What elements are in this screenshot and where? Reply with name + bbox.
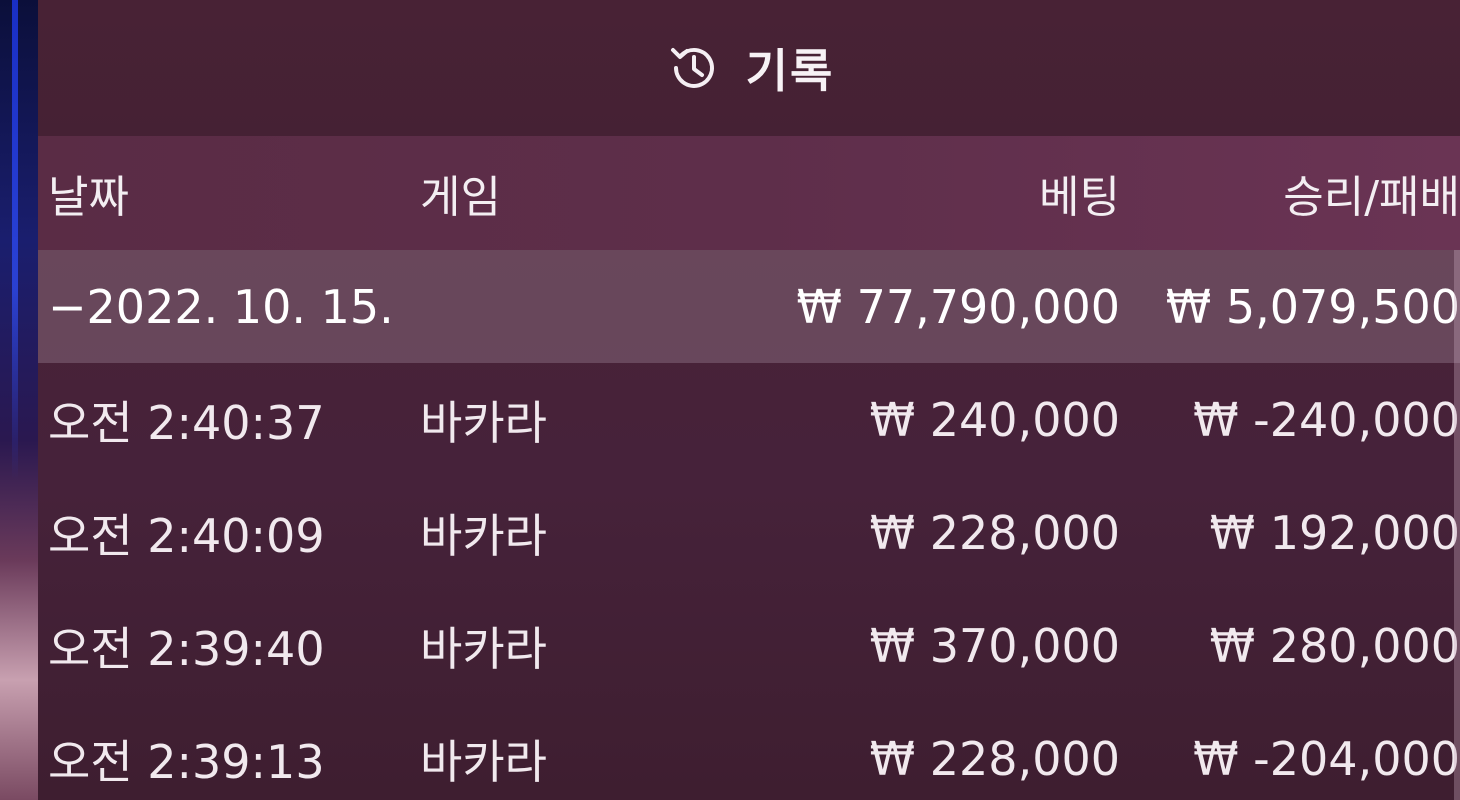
row-time: 오전 2:39:13 <box>48 734 325 789</box>
table-row[interactable]: 오전 2:39:13 바카라 ₩ 228,000 ₩ -204,000 <box>38 702 1460 800</box>
row-bet: ₩ 240,000 <box>869 392 1120 447</box>
date-group-bet-total: ₩ 77,790,000 <box>796 279 1120 334</box>
row-time: 오전 2:40:37 <box>48 395 325 450</box>
row-time: 오전 2:39:40 <box>48 621 325 676</box>
date-group-label: −2022. 10. 15. <box>48 279 394 334</box>
row-result: ₩ -240,000 <box>1193 392 1460 447</box>
row-game: 바카라 <box>420 621 547 676</box>
table-row[interactable]: 오전 2:40:37 바카라 ₩ 240,000 ₩ -240,000 <box>38 363 1460 476</box>
row-bet: ₩ 370,000 <box>869 618 1120 673</box>
row-bet: ₩ 228,000 <box>869 505 1120 560</box>
row-game: 바카라 <box>420 508 547 563</box>
history-panel: 기록 날짜 게임 베팅 승리/패배 −2022. 10. 15. ₩ 77,79… <box>38 0 1460 800</box>
table-row[interactable]: 오전 2:40:09 바카라 ₩ 228,000 ₩ 192,000 <box>38 476 1460 589</box>
row-bet: ₩ 228,000 <box>869 731 1120 786</box>
panel-header: 기록 <box>38 0 1460 136</box>
history-icon <box>664 38 724 98</box>
column-header-date: 날짜 <box>48 172 129 223</box>
scrollbar[interactable] <box>1454 250 1460 800</box>
column-header-bet: 베팅 <box>1039 172 1120 223</box>
row-game: 바카라 <box>420 395 547 450</box>
date-group-row[interactable]: −2022. 10. 15. ₩ 77,790,000 ₩ 5,079,500 <box>38 250 1460 363</box>
background-video-edge <box>0 0 40 800</box>
date-group-result-total: ₩ 5,079,500 <box>1165 279 1460 334</box>
row-time: 오전 2:40:09 <box>48 508 325 563</box>
history-screen: 기록 날짜 게임 베팅 승리/패배 −2022. 10. 15. ₩ 77,79… <box>0 0 1460 800</box>
row-result: ₩ 192,000 <box>1209 505 1460 560</box>
column-header-game: 게임 <box>420 172 501 223</box>
page-title: 기록 <box>745 44 835 98</box>
column-header-result: 승리/패배 <box>1283 172 1460 223</box>
row-result: ₩ 280,000 <box>1209 618 1460 673</box>
table-row[interactable]: 오전 2:39:40 바카라 ₩ 370,000 ₩ 280,000 <box>38 589 1460 702</box>
row-result: ₩ -204,000 <box>1193 731 1460 786</box>
table-header: 날짜 게임 베팅 승리/패배 <box>38 136 1460 250</box>
row-game: 바카라 <box>420 734 547 789</box>
